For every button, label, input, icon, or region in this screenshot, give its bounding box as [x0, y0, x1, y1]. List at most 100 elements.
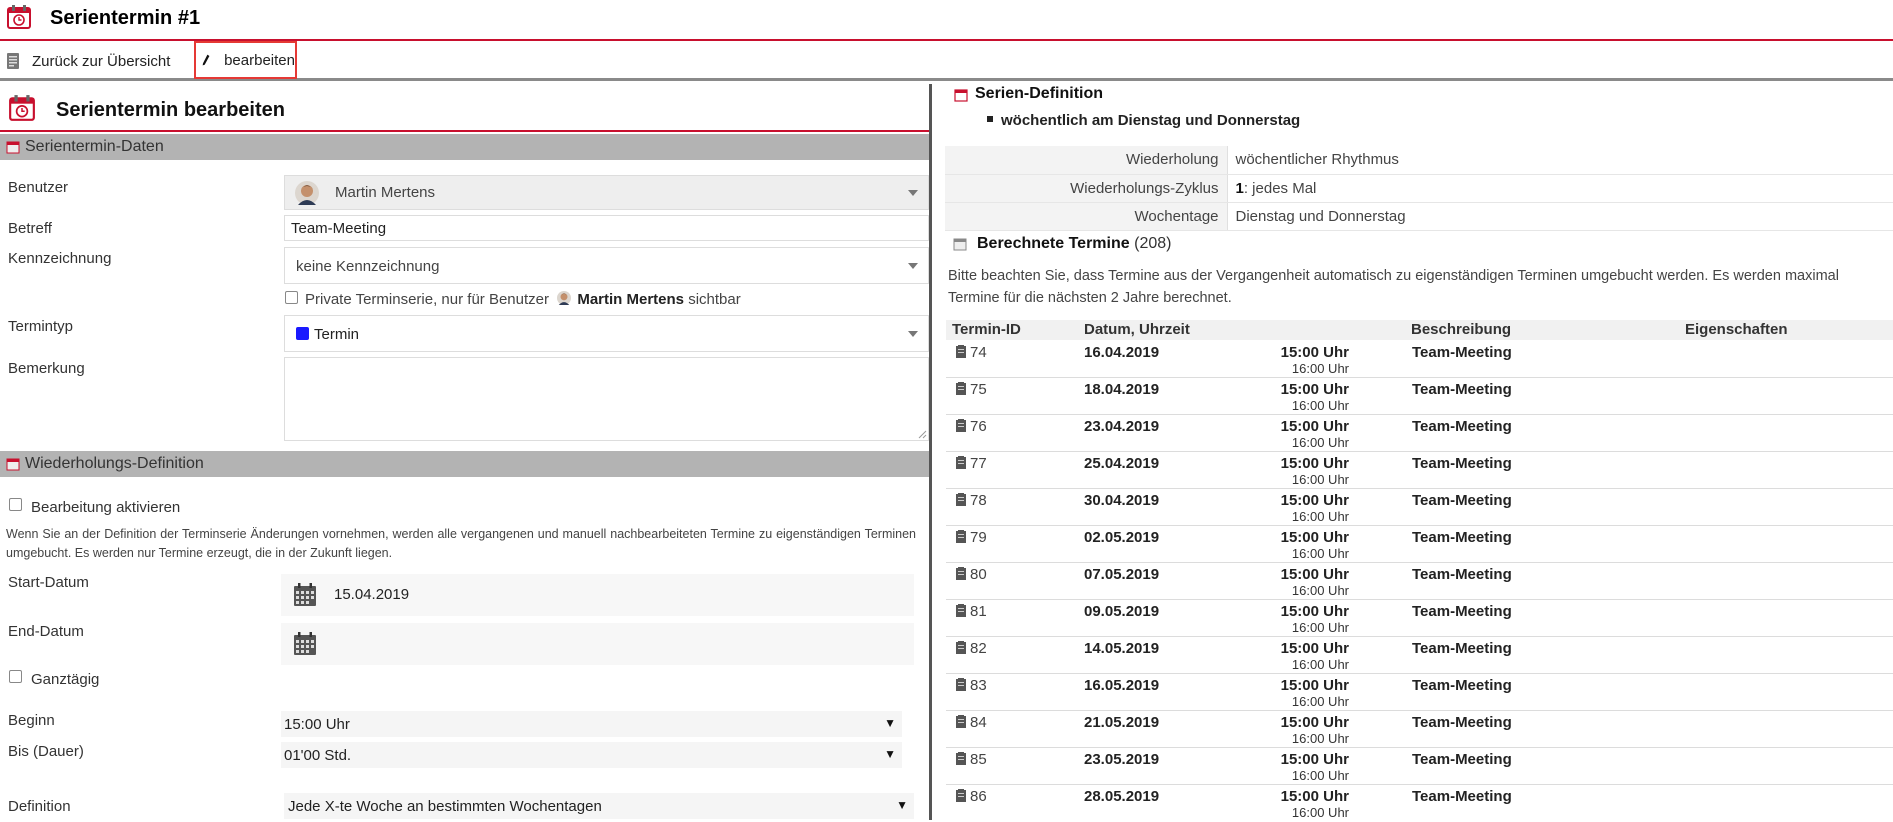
allday-checkbox[interactable] — [9, 670, 22, 683]
document-icon — [956, 345, 966, 358]
window-title: Serientermin #1 — [50, 7, 201, 29]
definition-value: Jede X-te Woche an bestimmten Wochentage… — [288, 798, 602, 815]
begin-value: 15:00 Uhr — [284, 716, 350, 733]
allday-label: Ganztägig — [31, 671, 100, 688]
table-row[interactable]: 86 28.05.2019 15:00 Uhr 16:00 Uhr Team-M… — [946, 785, 1893, 822]
resize-handle-icon[interactable] — [918, 430, 927, 439]
row-start-time: 15:00 Uhr — [1280, 455, 1349, 472]
document-icon — [956, 604, 966, 617]
row-start-time: 15:00 Uhr — [1280, 603, 1349, 620]
row-date: 07.05.2019 — [1084, 566, 1160, 583]
calendar-icon[interactable] — [293, 632, 317, 656]
row-description: Team-Meeting — [1412, 418, 1512, 435]
end-date-field[interactable] — [281, 623, 914, 665]
row-id: 79 — [956, 529, 987, 546]
row-value: wöchentlicher Rhythmus — [1227, 146, 1893, 175]
calendar-icon[interactable] — [293, 583, 317, 607]
table-row[interactable]: 74 16.04.2019 15:00 Uhr 16:00 Uhr Team-M… — [946, 341, 1893, 378]
row-id-text: 85 — [970, 751, 987, 768]
row-start-time: 15:00 Uhr — [1280, 677, 1349, 694]
row-id-text: 79 — [970, 529, 987, 546]
row-id: 75 — [956, 381, 987, 398]
header-properties: Eigenschaften — [1685, 321, 1788, 338]
duration-select[interactable]: 01'00 Std. ▼ — [281, 742, 902, 768]
user-select[interactable]: Martin Mertens — [284, 175, 929, 210]
user-label: Benutzer — [8, 179, 69, 196]
definition-select[interactable]: Jede X-te Woche an bestimmten Wochentage… — [284, 793, 914, 819]
remark-textarea[interactable] — [284, 357, 929, 441]
row-end-time: 16:00 Uhr — [1291, 620, 1349, 635]
cycle-text: : jedes Mal — [1243, 179, 1317, 197]
table-row[interactable]: 80 07.05.2019 15:00 Uhr 16:00 Uhr Team-M… — [946, 563, 1893, 600]
marking-value: keine Kennzeichnung — [296, 258, 440, 275]
document-icon — [956, 678, 966, 691]
table-row: Wiederholung wöchentlicher Rhythmus — [945, 146, 1893, 175]
back-label: Zurück zur Übersicht — [32, 52, 171, 70]
start-date-field[interactable]: 15.04.2019 — [281, 574, 914, 616]
back-to-overview-button[interactable]: Zurück zur Übersicht — [6, 49, 170, 73]
row-date: 21.05.2019 — [1084, 714, 1160, 731]
duration-value: 01'00 Std. — [284, 747, 352, 764]
row-date: 23.05.2019 — [1084, 751, 1160, 768]
row-date: 25.04.2019 — [1084, 455, 1160, 472]
row-date: 16.05.2019 — [1084, 677, 1160, 694]
table-row[interactable]: 82 14.05.2019 15:00 Uhr 16:00 Uhr Team-M… — [946, 637, 1893, 674]
edit-label: bearbeiten — [224, 51, 295, 69]
calendar-clock-icon — [9, 95, 35, 121]
type-value: Termin — [314, 326, 360, 343]
table-row[interactable]: 85 23.05.2019 15:00 Uhr 16:00 Uhr Team-M… — [946, 748, 1893, 785]
editor-title: Serientermin bearbeiten — [56, 99, 285, 121]
table-row[interactable]: 81 09.05.2019 15:00 Uhr 16:00 Uhr Team-M… — [946, 600, 1893, 637]
series-editor-panel: Serientermin bearbeiten Serientermin-Dat… — [0, 84, 932, 820]
table-row[interactable]: 83 16.05.2019 15:00 Uhr 16:00 Uhr Team-M… — [946, 674, 1893, 711]
row-date: 18.04.2019 — [1084, 381, 1160, 398]
table-row[interactable]: 76 23.04.2019 15:00 Uhr 16:00 Uhr Team-M… — [946, 415, 1893, 452]
table-row[interactable]: 78 30.04.2019 15:00 Uhr 16:00 Uhr Team-M… — [946, 489, 1893, 526]
subject-input[interactable]: Team-Meeting — [284, 215, 929, 241]
computed-title: Berechnete Termine (208) — [977, 235, 1171, 253]
row-end-time: 16:00 Uhr — [1291, 546, 1349, 561]
row-start-time: 15:00 Uhr — [1280, 566, 1349, 583]
calendar-small-icon — [953, 238, 967, 251]
table-row[interactable]: 84 21.05.2019 15:00 Uhr 16:00 Uhr Team-M… — [946, 711, 1893, 748]
duration-label: Bis (Dauer) — [8, 743, 84, 760]
document-icon — [956, 419, 966, 432]
row-end-time: 16:00 Uhr — [1291, 472, 1349, 487]
type-select[interactable]: Termin — [284, 315, 929, 352]
row-start-time: 15:00 Uhr — [1280, 788, 1349, 805]
marking-select[interactable]: keine Kennzeichnung — [284, 247, 929, 284]
row-id: 77 — [956, 455, 987, 472]
begin-label: Beginn — [8, 712, 55, 729]
table-row[interactable]: 75 18.04.2019 15:00 Uhr 16:00 Uhr Team-M… — [946, 378, 1893, 415]
edit-button[interactable]: bearbeiten — [194, 41, 297, 79]
subject-label: Betreff — [8, 220, 52, 237]
private-checkbox[interactable] — [285, 291, 298, 304]
row-end-time: 16:00 Uhr — [1291, 509, 1349, 524]
row-start-time: 15:00 Uhr — [1280, 381, 1349, 398]
title-bar: Serientermin #1 — [0, 0, 1893, 41]
row-id-text: 77 — [970, 455, 987, 472]
computed-count: (208) — [1134, 235, 1172, 252]
row-id: 83 — [956, 677, 987, 694]
row-id: 78 — [956, 492, 987, 509]
row-description: Team-Meeting — [1412, 344, 1512, 361]
cycle-number: 1 — [1235, 179, 1244, 197]
row-description: Team-Meeting — [1412, 381, 1512, 398]
document-icon — [956, 567, 966, 580]
calendar-small-icon — [954, 89, 968, 102]
row-description: Team-Meeting — [1412, 529, 1512, 546]
row-start-time: 15:00 Uhr — [1280, 640, 1349, 657]
row-id: 74 — [956, 344, 987, 361]
row-value: Dienstag und Donnerstag — [1227, 202, 1893, 231]
row-date: 30.04.2019 — [1084, 492, 1160, 509]
begin-select[interactable]: 15:00 Uhr ▼ — [281, 711, 902, 737]
row-end-time: 16:00 Uhr — [1291, 657, 1349, 672]
start-date-label: Start-Datum — [8, 574, 89, 591]
type-color-swatch — [296, 327, 309, 340]
row-value: 1: jedes Mal — [1227, 174, 1893, 203]
activate-checkbox[interactable] — [9, 498, 22, 511]
bullet — [987, 116, 993, 122]
section-title: Wiederholungs-Definition — [25, 455, 204, 472]
table-row[interactable]: 77 25.04.2019 15:00 Uhr 16:00 Uhr Team-M… — [946, 452, 1893, 489]
table-row[interactable]: 79 02.05.2019 15:00 Uhr 16:00 Uhr Team-M… — [946, 526, 1893, 563]
